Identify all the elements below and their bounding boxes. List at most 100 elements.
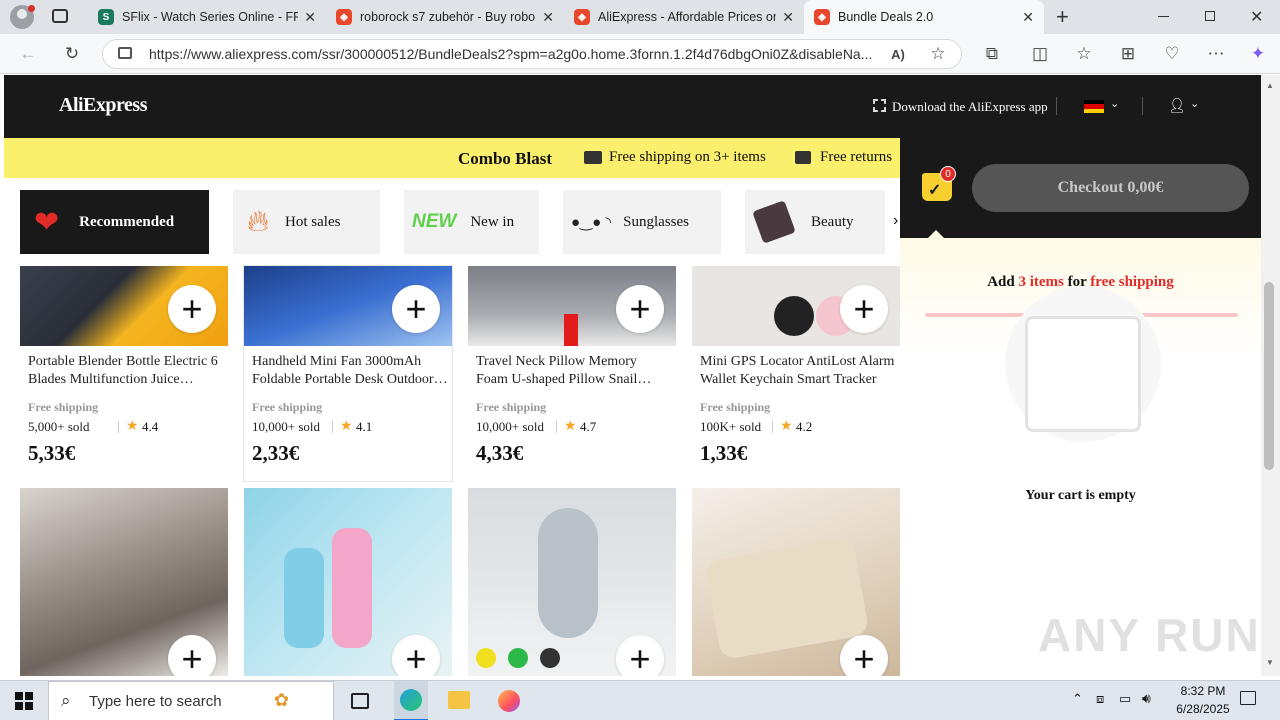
chevron-down-icon[interactable]: ⌄ (1190, 97, 1199, 110)
scrollbar-thumb[interactable] (1264, 282, 1274, 470)
scroll-down-icon[interactable]: ▼ (1266, 658, 1274, 667)
rating-value: 4.7 (580, 419, 597, 434)
extensions-icon[interactable]: ⧉ (980, 42, 1004, 66)
add-to-cart-button[interactable]: + (392, 285, 440, 333)
scroll-up-icon[interactable]: ▲ (1266, 81, 1274, 90)
product-title[interactable]: Handheld Mini Fan 3000mAh Foldable Porta… (252, 353, 448, 389)
restore-icon[interactable] (1205, 11, 1215, 21)
page-scrollbar[interactable]: ▲ ▼ (1261, 75, 1280, 676)
tab-aliexpress[interactable]: ◈ AliExpress - Affordable Prices on T ✕ (564, 0, 804, 34)
favorites-icon[interactable]: ☆ (1072, 42, 1096, 66)
account-icon[interactable]: 👤︎ (1168, 97, 1186, 114)
collections-icon[interactable]: ⊞ (1116, 42, 1140, 66)
add-to-cart-button[interactable]: + (168, 285, 216, 333)
task-view-icon[interactable] (351, 693, 369, 709)
product-card[interactable]: + (20, 488, 228, 676)
search-placeholder: Type here to search (89, 693, 222, 710)
windows-start-icon[interactable] (15, 692, 33, 710)
site-header: AliExpress Download the AliExpress app ⌄… (4, 75, 1261, 138)
aliexpress-logo[interactable]: AliExpress (59, 94, 147, 117)
taskbar-search-box[interactable]: ⌕ Type here to search ✿ (48, 681, 334, 720)
network-icon[interactable]: ⧈ (1096, 691, 1104, 707)
refresh-icon[interactable]: ↻ (60, 42, 84, 66)
cart-count-badge: 0 (940, 166, 956, 182)
product-card[interactable]: + Mini GPS Locator AntiLost Alarm Wallet… (692, 266, 900, 481)
sold-divider (332, 421, 333, 433)
edge-taskbar-icon[interactable] (394, 681, 428, 720)
download-app-link[interactable]: Download the AliExpress app (892, 99, 1048, 115)
tab-roborock[interactable]: ◈ roborock s7 zubehör - Buy roborock ✕ (326, 0, 564, 34)
add-to-cart-button[interactable]: + (616, 635, 664, 676)
notifications-icon[interactable] (1240, 691, 1256, 705)
tab-bundle-deals[interactable]: ◈ Bundle Deals 2.0 ✕ (804, 0, 1044, 34)
empty-cart-text: Your cart is empty (1025, 488, 1136, 503)
favorite-star-icon[interactable]: ☆ (926, 42, 950, 66)
product-card[interactable]: + (692, 488, 900, 676)
product-card[interactable]: + Handheld Mini Fan 3000mAh Foldable Por… (244, 266, 452, 481)
category-beauty[interactable]: Beauty (745, 190, 885, 254)
qr-code-icon (873, 99, 886, 112)
address-bar[interactable]: https://www.aliexpress.com/ssr/300000512… (102, 39, 962, 69)
firefox-icon[interactable] (498, 690, 520, 712)
copilot-icon[interactable]: ✦ (1246, 42, 1270, 66)
clock-date[interactable]: 6/28/2025 (1168, 702, 1238, 716)
product-card[interactable]: + (244, 488, 452, 676)
close-window-icon[interactable]: ✕ (1250, 7, 1263, 27)
file-explorer-icon[interactable] (448, 691, 470, 709)
split-screen-icon[interactable]: ◫ (1028, 42, 1052, 66)
add-to-cart-button[interactable]: + (392, 635, 440, 676)
cart-panel: ✓ 0 Checkout 0,00€ Add 3 items for free … (900, 138, 1261, 676)
show-hidden-icons-icon[interactable]: ⌃ (1072, 691, 1083, 707)
category-label: Hot sales (285, 213, 341, 230)
close-tab-icon[interactable]: ✕ (304, 9, 316, 26)
ethernet-icon[interactable]: ▭ (1119, 691, 1131, 707)
category-hot-sales[interactable]: 🔥︎ Hot sales (233, 190, 380, 254)
product-title[interactable]: Travel Neck Pillow Memory Foam U-shaped … (476, 353, 672, 389)
back-icon[interactable]: ← (16, 42, 40, 66)
site-info-icon[interactable] (118, 47, 132, 59)
checkout-button[interactable]: Checkout 0,00€ (972, 164, 1249, 212)
close-tab-icon[interactable]: ✕ (1022, 9, 1034, 26)
shipping-label: Free shipping (476, 400, 547, 414)
divider (1142, 97, 1143, 115)
sold-count: 5,000+ sold (28, 419, 90, 434)
clock-time[interactable]: 8:32 PM (1173, 684, 1233, 698)
germany-flag-icon[interactable] (1084, 100, 1104, 113)
volume-icon[interactable]: 🔊︎ (1142, 690, 1151, 707)
product-title[interactable]: Portable Blender Bottle Electric 6 Blade… (28, 353, 224, 389)
shipping-label: Free shipping (28, 400, 99, 414)
tab-sflix[interactable]: S SFlix - Watch Series Online - FREE ✕ (88, 0, 326, 34)
browser-essentials-icon[interactable]: ♡ (1160, 42, 1184, 66)
divider (1056, 97, 1057, 115)
product-card[interactable]: + Portable Blender Bottle Electric 6 Bla… (20, 266, 228, 481)
profile-avatar-icon[interactable] (10, 5, 35, 29)
read-aloud-icon[interactable]: A) (886, 42, 910, 66)
category-recommended[interactable]: ❤ Recommended (20, 190, 209, 254)
more-menu-icon[interactable]: ⋯ (1204, 42, 1228, 66)
chevron-right-icon[interactable]: › (893, 212, 898, 230)
add-to-cart-button[interactable]: + (840, 635, 888, 676)
aliexpress-favicon-icon: ◈ (336, 9, 352, 25)
product-card[interactable]: + Travel Neck Pillow Memory Foam U-shape… (468, 266, 676, 481)
category-tabs: ❤ Recommended 🔥︎ Hot sales NEW New in ●‿… (4, 178, 904, 266)
product-card[interactable]: + (468, 488, 676, 676)
tab-actions-icon[interactable] (52, 9, 68, 23)
minimize-icon[interactable] (1158, 16, 1169, 17)
product-price: 2,33€ (252, 441, 300, 465)
tab-title: AliExpress - Affordable Prices on T (598, 10, 777, 24)
windows-taskbar: ⌕ Type here to search ✿ ⌃ ⧈ ▭ 🔊︎ 8:32 PM… (0, 680, 1280, 720)
new-tab-icon[interactable]: + (1056, 4, 1069, 30)
chevron-down-icon[interactable]: ⌄ (1110, 97, 1119, 110)
close-tab-icon[interactable]: ✕ (542, 9, 554, 26)
add-to-cart-button[interactable]: + (168, 635, 216, 676)
add-to-cart-button[interactable]: + (616, 285, 664, 333)
empty-bag-icon (1025, 316, 1141, 432)
sflix-favicon-icon: S (98, 9, 114, 25)
add-to-cart-button[interactable]: + (840, 285, 888, 333)
category-new-in[interactable]: NEW New in (404, 190, 539, 254)
close-tab-icon[interactable]: ✕ (782, 9, 794, 26)
star-icon: ★ (564, 417, 577, 433)
tab-title: Bundle Deals 2.0 (838, 10, 934, 24)
category-sunglasses[interactable]: ●‿● ◝ Sunglasses (563, 190, 721, 254)
product-title[interactable]: Mini GPS Locator AntiLost Alarm Wallet K… (700, 353, 896, 389)
